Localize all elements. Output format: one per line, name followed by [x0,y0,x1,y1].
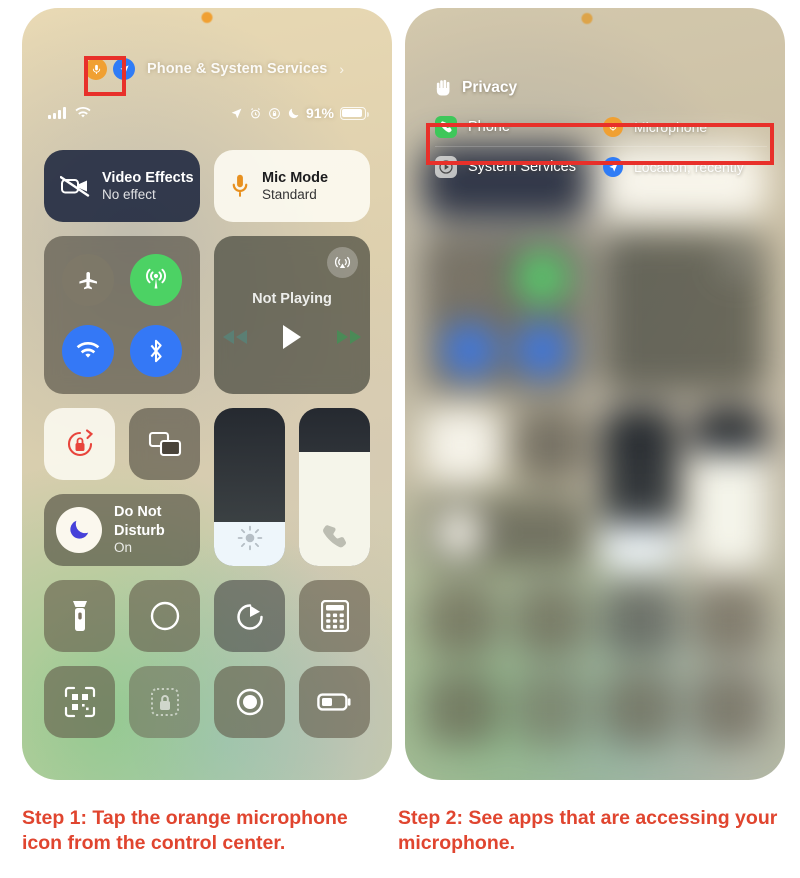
system-services-icon [435,156,457,178]
calculator-button[interactable] [299,580,370,652]
privacy-row-service-name: Location, recently [634,159,744,175]
rotation-lock-icon [268,107,281,120]
moon-icon [56,507,102,553]
rotation-lock-icon [63,427,97,461]
bluetooth-button[interactable] [130,324,182,377]
dark-mode-button[interactable] [129,580,200,652]
cellular-data-button[interactable] [130,253,182,306]
wifi-icon [75,107,91,119]
location-arrow-icon [603,157,623,177]
mic-mode-tile[interactable]: Mic Mode Standard [214,150,370,222]
hand-raised-icon [435,78,452,97]
media-playback-tile[interactable]: Not Playing [214,236,370,394]
privacy-sheet: Privacy Phone Microphone System Services… [405,78,785,187]
screenshot-pair: Phone & System Services › 91% Video Effe… [0,8,800,788]
microphone-indicator-dot [201,12,213,23]
microphone-icon [603,117,623,137]
timer-icon [233,599,267,633]
volume-slider[interactable] [299,408,370,566]
battery-icon [340,106,369,120]
phone-handset-icon [320,522,350,552]
video-effects-title: Video Effects [102,169,194,186]
orientation-lock-button[interactable] [44,408,115,480]
control-center-grid: Video Effects No effect Mic Mode Standar… [44,150,370,738]
cellular-bars-icon [48,107,66,119]
airplane-mode-button[interactable] [62,253,114,306]
moon-icon [287,107,300,120]
flashlight-button[interactable] [44,580,115,652]
caption-step-2: Step 2: See apps that are accessing your… [398,807,778,855]
qr-code-scanner-icon [64,686,96,718]
privacy-row-service-name: Microphone [634,119,708,135]
rewind-icon[interactable] [222,329,248,345]
phone-app-icon [435,116,457,138]
location-arrow-icon [230,107,243,120]
privacy-row-phone[interactable]: Phone Microphone [405,107,785,147]
privacy-sheet-title: Privacy [462,78,518,96]
screen-record-icon [233,685,267,719]
privacy-row-app-name: Phone [468,119,510,135]
dark-mode-contrast-icon [148,599,182,633]
control-center: Phone & System Services › 91% Video Effe… [22,8,392,780]
mic-mode-subtitle: Standard [262,186,317,202]
brightness-slider[interactable] [214,408,285,566]
microphone-icon [85,58,107,80]
sun-icon [236,524,264,552]
wifi-button[interactable] [62,324,114,377]
location-arrow-icon [113,58,135,80]
privacy-pill-button[interactable]: Phone & System Services › [85,58,344,80]
bluetooth-icon [146,338,166,364]
low-power-mode-button[interactable] [299,666,370,738]
connectivity-tile [44,236,200,394]
privacy-pill-label: Phone & System Services [147,61,328,77]
battery-percent-label: 91% [305,105,334,121]
cellular-antenna-icon [143,267,169,293]
status-bar: 91% [22,100,392,126]
dnd-subtitle: On [114,539,133,555]
microphone-indicator-dot [581,13,593,24]
captions: Step 1: Tap the orange microphone icon f… [0,806,800,857]
fast-forward-icon[interactable] [336,329,362,345]
media-controls [222,325,362,349]
low-power-battery-icon [316,692,353,712]
mic-mode-title: Mic Mode [262,169,329,186]
dnd-title-line2: Disturb [114,522,165,539]
calculator-icon [320,600,349,632]
qr-scanner-button[interactable] [44,666,115,738]
caption-step-1: Step 1: Tap the orange microphone icon f… [22,807,348,855]
video-effects-subtitle: No effect [102,186,156,202]
microphone-icon [230,172,250,200]
dnd-title-line1: Do Not [114,504,162,521]
screen-record-button[interactable] [214,666,285,738]
video-effects-tile[interactable]: Video Effects No effect [44,150,200,222]
screen-mirroring-icon [148,430,182,458]
airplane-icon [76,268,100,292]
privacy-row-app-name: System Services [468,159,576,175]
privacy-sheet-header: Privacy [405,78,785,107]
airplay-audio-icon[interactable] [327,247,358,278]
privacy-sheet-screenshot: Privacy Phone Microphone System Services… [405,8,785,780]
lock-dotted-icon [148,685,182,719]
screen-mirroring-button[interactable] [129,408,200,480]
video-camera-slash-icon [60,175,90,197]
alarm-clock-icon [249,107,262,120]
do-not-disturb-tile[interactable]: Do Not Disturb On [44,494,200,566]
app-lock-button[interactable] [129,666,200,738]
timer-button[interactable] [214,580,285,652]
privacy-row-system-services[interactable]: System Services Location, recently [405,147,785,187]
flashlight-icon [70,599,90,633]
play-icon[interactable] [282,325,302,349]
wifi-icon [76,341,100,360]
control-center-screenshot: Phone & System Services › 91% Video Effe… [22,8,392,780]
chevron-right-icon: › [339,61,345,77]
now-playing-status: Not Playing [252,291,332,307]
